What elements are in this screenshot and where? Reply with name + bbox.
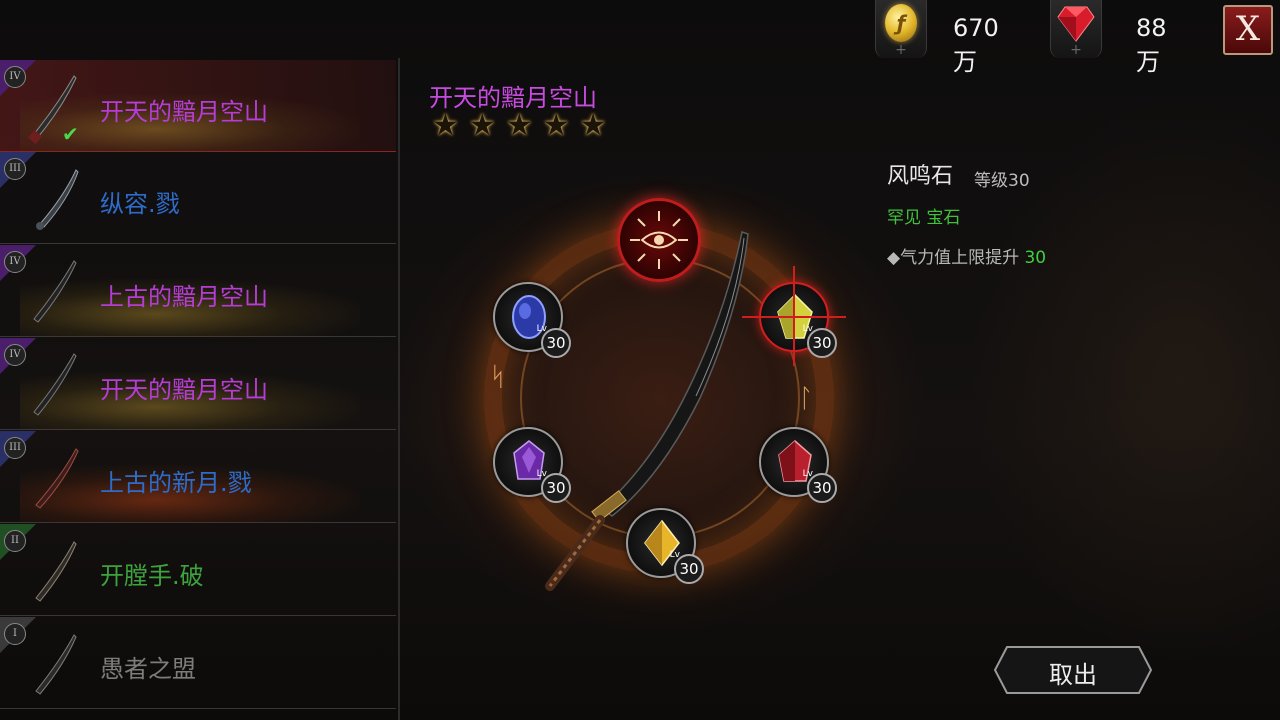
gem-socket-bottom[interactable]: Lv 30 <box>626 508 704 584</box>
gem-level-badge: 30 <box>807 473 837 503</box>
sword-icon <box>27 75 77 144</box>
rune-glyph: ᛚ <box>798 384 814 414</box>
gold-coin-button[interactable]: ƒ + <box>875 0 927 58</box>
sword-icon <box>33 260 77 323</box>
selection-cross <box>793 266 795 366</box>
rune-glyph: ᛋ <box>490 362 506 392</box>
gem-level-badge: 30 <box>674 554 704 584</box>
gem-socket-mid-right[interactable]: Lv 30 <box>759 427 837 503</box>
top-bar: ƒ + 670万 + 88万 X <box>0 0 1280 76</box>
star-icon: ★ <box>468 108 496 143</box>
weapon-item-6[interactable]: II 开膛手.破 <box>0 524 396 616</box>
close-button[interactable]: X <box>1223 5 1273 55</box>
star-icon: ★ <box>505 108 533 143</box>
ruby-button[interactable]: + <box>1050 0 1102 58</box>
sword-icon <box>35 448 79 509</box>
weapon-name: 开天的黯月空山 <box>100 98 268 126</box>
weapon-item-1[interactable]: IV ✔ 开天的黯月空山 <box>0 60 396 152</box>
gem-level-badge: 30 <box>807 328 837 358</box>
gem-level-badge: 30 <box>541 328 571 358</box>
coin-amount: 670万 <box>953 14 999 76</box>
gold-coin-icon: ƒ <box>885 4 917 42</box>
gem-name: 风鸣石 <box>887 164 954 189</box>
weapon-item-3[interactable]: IV 上古的黯月空山 <box>0 245 396 337</box>
sword-icon <box>35 541 77 602</box>
gem-level-badge: 30 <box>541 473 571 503</box>
gem-stat-label: ◆气力值上限提升 <box>887 248 1020 268</box>
list-divider <box>398 58 400 720</box>
weapon-item-2[interactable]: III 纵容.戮 <box>0 152 396 244</box>
eye-socket[interactable] <box>617 198 701 282</box>
take-out-label: 取出 <box>1049 661 1097 689</box>
plus-icon: + <box>1070 42 1082 58</box>
eye-sigil-icon <box>630 211 688 269</box>
equipped-check-icon: ✔ <box>62 122 79 146</box>
weapon-item-7[interactable]: I 愚者之盟 <box>0 617 396 709</box>
sword-icon <box>33 353 77 416</box>
sword-icon <box>35 634 77 695</box>
gem-level: 等级30 <box>974 171 1030 191</box>
weapon-name: 上古的黯月空山 <box>100 283 268 311</box>
weapon-list: IV ✔ 开天的黯月空山 III 纵容.戮 IV 上古的黯月空山 IV 开天的黯 <box>0 58 400 720</box>
ruby-icon <box>1057 6 1095 42</box>
gem-rarity: 罕见 宝石 <box>887 208 961 228</box>
weapon-name: 开膛手.破 <box>100 562 204 590</box>
gem-socket-top-left[interactable]: Lv 30 <box>493 282 571 358</box>
gem-stat-value: 30 <box>1024 248 1047 268</box>
plus-icon: + <box>895 42 907 58</box>
gem-stat: ◆气力值上限提升 30 <box>887 243 1046 268</box>
gem-socket-mid-left[interactable]: Lv 30 <box>493 427 571 503</box>
weapon-item-5[interactable]: III 上古的新月.戮 <box>0 431 396 523</box>
weapon-name: 开天的黯月空山 <box>100 376 268 404</box>
take-out-button[interactable]: 取出 <box>993 645 1153 695</box>
sword-icon <box>36 169 79 230</box>
weapon-name: 纵容.戮 <box>100 190 180 218</box>
weapon-item-4[interactable]: IV 开天的黯月空山 <box>0 338 396 430</box>
star-icon: ★ <box>579 108 607 143</box>
weapon-name: 愚者之盟 <box>100 655 196 683</box>
gem-amount: 88万 <box>1136 14 1167 76</box>
star-rating: ★ ★ ★ ★ ★ <box>432 110 607 142</box>
star-icon: ★ <box>542 108 570 143</box>
weapon-name: 上古的新月.戮 <box>100 469 252 497</box>
star-icon: ★ <box>432 108 459 143</box>
